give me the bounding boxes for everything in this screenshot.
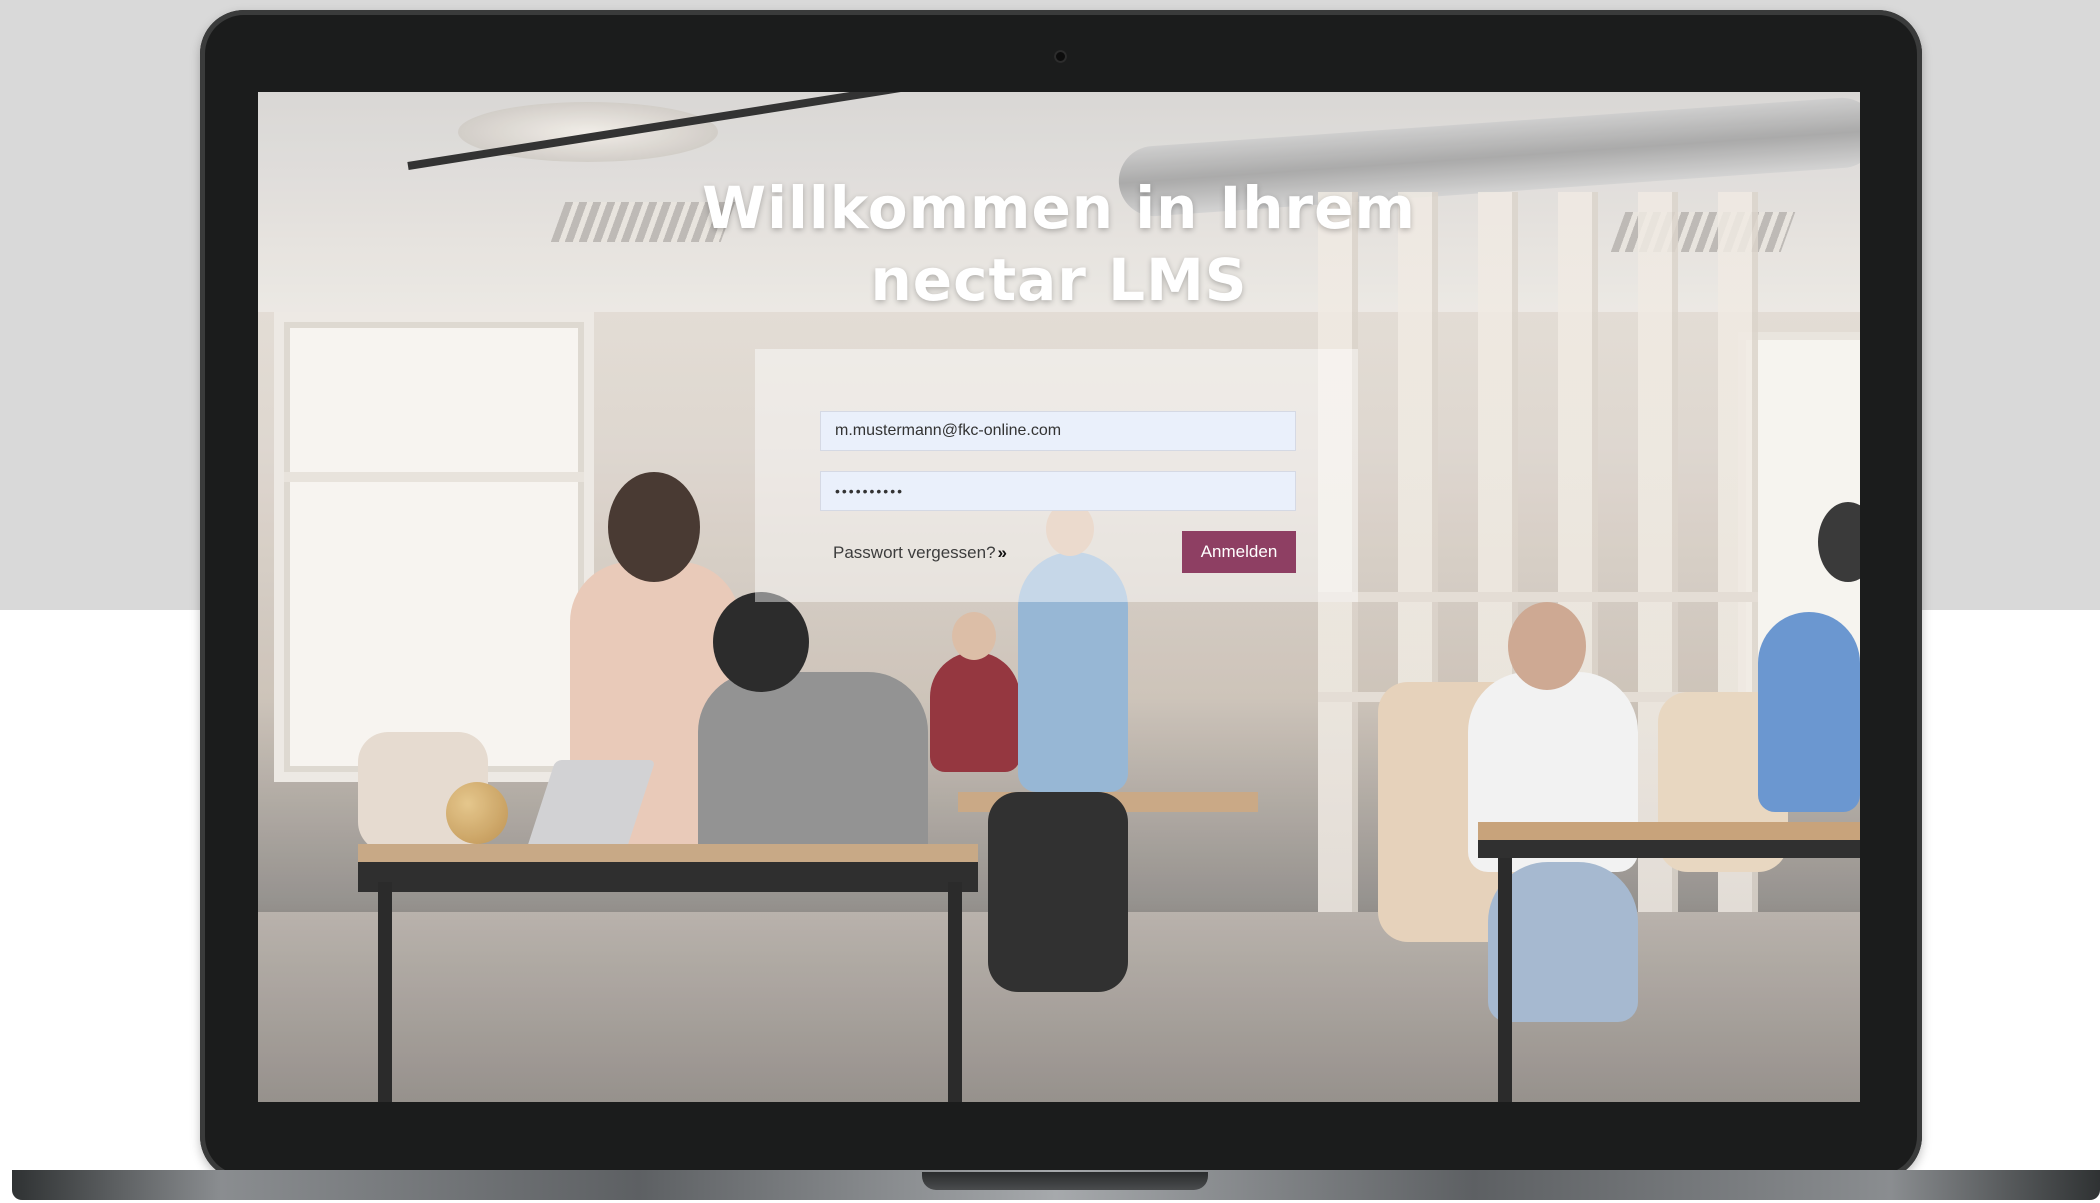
camera-icon: [1054, 50, 1067, 63]
email-field[interactable]: [820, 411, 1296, 451]
password-field[interactable]: [820, 471, 1296, 511]
login-form: Passwort vergessen?» Anmelden: [755, 349, 1358, 602]
forgot-password-link[interactable]: Passwort vergessen?»: [833, 543, 1008, 563]
laptop-frame: Willkommen in Ihrem nectar LMS Passwort …: [200, 10, 1922, 1180]
page-title: Willkommen in Ihrem nectar LMS: [258, 172, 1860, 316]
laptop-base-notch: [922, 1172, 1208, 1190]
double-chevron-right-icon: »: [997, 543, 1008, 562]
title-line-1: Willkommen in Ihrem: [702, 174, 1416, 242]
title-line-2: nectar LMS: [870, 246, 1248, 314]
forgot-password-label: Passwort vergessen?: [833, 543, 996, 562]
login-screen: Willkommen in Ihrem nectar LMS Passwort …: [258, 92, 1860, 1102]
login-button[interactable]: Anmelden: [1182, 531, 1296, 573]
